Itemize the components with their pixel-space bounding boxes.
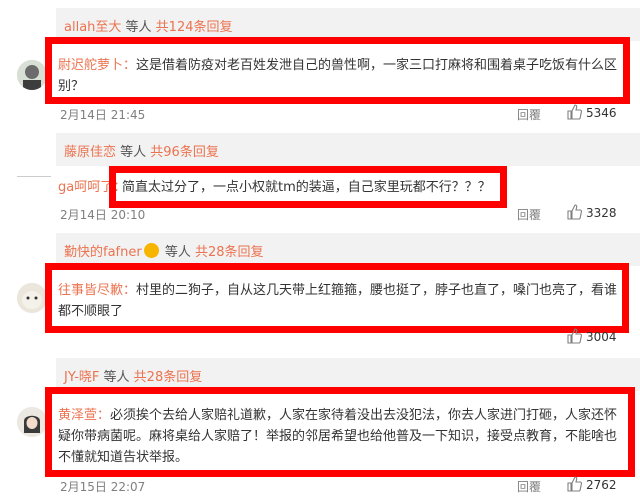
reply-count[interactable]: 共96条回复 xyxy=(150,145,219,160)
like-count: 3004 xyxy=(586,330,617,344)
avatar-icon xyxy=(17,60,47,90)
reply-summary[interactable]: allah至大 等人 共124条回复 xyxy=(64,16,233,35)
user-avatar[interactable] xyxy=(17,283,47,313)
thumbs-up-icon[interactable] xyxy=(566,476,582,492)
user-avatar[interactable] xyxy=(17,407,47,437)
like-count: 3328 xyxy=(586,206,617,220)
thumbs-up-icon[interactable] xyxy=(566,104,582,120)
reply-button[interactable]: 回覆 xyxy=(517,206,541,223)
others-label: 等人 xyxy=(121,20,156,35)
reply-count[interactable]: 共28条回复 xyxy=(195,245,264,260)
user-avatar[interactable] xyxy=(17,60,47,90)
user-avatar[interactable] xyxy=(17,176,51,197)
smiley-icon xyxy=(143,243,159,258)
reply-summary[interactable]: 勤快的fafner 等人 共28条回复 xyxy=(64,241,264,260)
highlight-box xyxy=(45,37,630,104)
like-count: 2762 xyxy=(586,478,617,492)
comment-date: 2月14日 20:10 xyxy=(60,208,146,222)
reply-user[interactable]: JY-晓F xyxy=(64,370,99,385)
comment-date: 2月14日 21:45 xyxy=(60,108,146,122)
others-label: 等人 xyxy=(160,245,195,260)
reply-user[interactable]: 勤快的fafner xyxy=(64,245,142,260)
others-label: 等人 xyxy=(99,370,134,385)
others-label: 等人 xyxy=(116,145,151,160)
reply-button[interactable]: 回覆 xyxy=(517,106,541,123)
reply-summary[interactable]: JY-晓F 等人 共28条回复 xyxy=(64,366,202,385)
avatar-icon xyxy=(17,407,47,437)
reply-count[interactable]: 共124条回复 xyxy=(156,20,233,35)
reply-user[interactable]: allah至大 xyxy=(64,20,121,35)
thumbs-up-icon[interactable] xyxy=(566,328,582,344)
comment-date: 2月15日 22:07 xyxy=(60,480,146,494)
like-count: 5346 xyxy=(586,106,617,120)
reply-count[interactable]: 共28条回复 xyxy=(134,370,203,385)
reply-button[interactable]: 回覆 xyxy=(517,478,541,495)
reply-user[interactable]: 藤原佳恋 xyxy=(64,145,116,160)
avatar-icon xyxy=(17,283,47,313)
highlight-box xyxy=(45,387,635,477)
highlight-box xyxy=(109,166,507,208)
thumbs-up-icon[interactable] xyxy=(566,204,582,220)
reply-summary[interactable]: 藤原佳恋 等人 共96条回复 xyxy=(64,141,219,160)
highlight-box xyxy=(45,263,629,333)
